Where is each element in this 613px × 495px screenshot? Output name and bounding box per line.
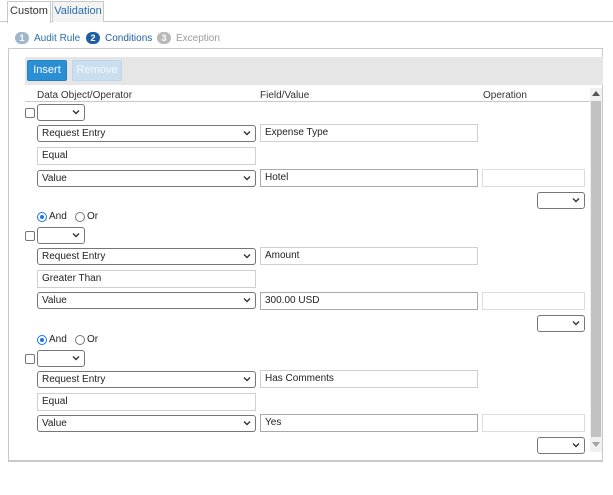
step-number: 3 (157, 32, 171, 44)
object-type-select[interactable]: Request Entry (37, 248, 256, 265)
column-header-operation: Operation (483, 90, 527, 101)
and-label: And (49, 211, 67, 222)
group-select[interactable] (37, 104, 85, 121)
insert-button[interactable]: Insert (27, 60, 67, 81)
value-type-value: Value (42, 173, 67, 184)
arrow-down-icon (592, 442, 600, 447)
operation-select[interactable] (537, 192, 585, 209)
and-radio[interactable] (37, 212, 47, 222)
or-radio[interactable] (75, 212, 85, 222)
chevron-down-icon (572, 198, 580, 203)
chevron-down-icon (72, 110, 80, 115)
step-number: 1 (15, 32, 29, 44)
group-select[interactable] (37, 350, 85, 367)
scrollbar-thumb[interactable] (591, 101, 601, 437)
chevron-down-icon (243, 254, 251, 259)
operation-select[interactable] (537, 315, 585, 332)
operator-input[interactable]: Greater Than (37, 270, 256, 288)
tab-validation[interactable]: Validation (52, 1, 104, 22)
scroll-up-arrow[interactable] (590, 88, 602, 100)
step-label: Audit Rule (34, 32, 81, 44)
step-label: Conditions (105, 32, 153, 44)
object-type-select[interactable]: Request Entry (37, 371, 256, 388)
step-conditions[interactable]: 2 Conditions (86, 32, 152, 44)
field-input[interactable]: Has Comments (260, 370, 478, 388)
chevron-down-icon (243, 131, 251, 136)
chevron-down-icon (243, 298, 251, 303)
object-type-value: Request Entry (42, 374, 106, 385)
value-input[interactable]: Yes (260, 414, 478, 432)
chevron-down-icon (243, 176, 251, 181)
step-audit-rule[interactable]: 1 Audit Rule (15, 32, 80, 44)
column-header-field-value: Field/Value (260, 90, 310, 101)
panel-bottom-divider (8, 461, 603, 462)
and-radio[interactable] (37, 335, 47, 345)
value-type-select[interactable]: Value (37, 292, 256, 309)
operation-select[interactable] (537, 437, 585, 454)
value-type-select[interactable]: Value (37, 415, 256, 432)
condition-checkbox[interactable] (25, 231, 35, 241)
condition-checkbox[interactable] (25, 354, 35, 364)
group-select[interactable] (37, 227, 85, 244)
condition-checkbox[interactable] (25, 108, 35, 118)
operator-input[interactable]: Equal (37, 147, 256, 165)
or-radio[interactable] (75, 335, 85, 345)
field-input[interactable]: Amount (260, 247, 478, 265)
chevron-down-icon (572, 321, 580, 326)
object-type-value: Request Entry (42, 128, 106, 139)
remove-button[interactable]: Remove (72, 60, 122, 81)
value-input[interactable]: Hotel (260, 169, 478, 187)
chevron-down-icon (72, 233, 80, 238)
chevron-down-icon (72, 356, 80, 361)
chevron-down-icon (243, 377, 251, 382)
operation-input[interactable] (482, 169, 585, 187)
column-header-data-object: Data Object/Operator (37, 90, 133, 101)
operation-input[interactable] (482, 414, 585, 432)
tab-custom[interactable]: Custom (7, 1, 51, 23)
value-type-value: Value (42, 418, 67, 429)
step-exception[interactable]: 3 Exception (157, 32, 220, 44)
value-input[interactable]: 300.00 USD (260, 292, 478, 310)
object-type-select[interactable]: Request Entry (37, 125, 256, 142)
field-input[interactable]: Expense Type (260, 124, 478, 142)
header-divider (25, 101, 590, 102)
arrow-up-icon (592, 91, 600, 96)
step-label: Exception (176, 32, 220, 44)
value-type-select[interactable]: Value (37, 170, 256, 187)
chevron-down-icon (572, 443, 580, 448)
object-type-value: Request Entry (42, 251, 106, 262)
operation-input[interactable] (482, 292, 585, 310)
and-label: And (49, 334, 67, 345)
or-label: Or (87, 211, 99, 222)
chevron-down-icon (243, 421, 251, 426)
value-type-value: Value (42, 295, 67, 306)
operator-input[interactable]: Equal (37, 393, 256, 411)
step-number: 2 (86, 32, 100, 44)
scroll-down-arrow[interactable] (590, 438, 602, 450)
or-label: Or (87, 334, 99, 345)
